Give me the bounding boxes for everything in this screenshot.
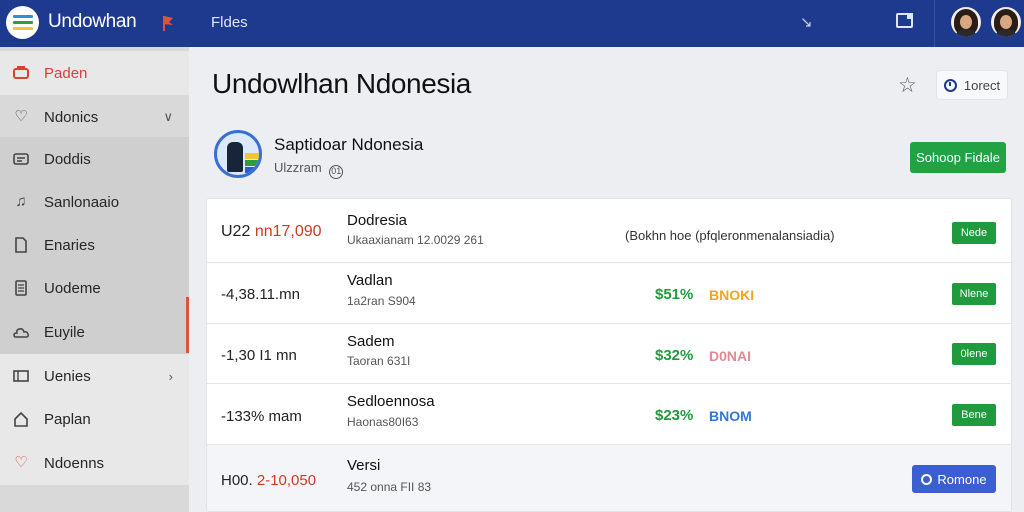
row-title: Versi: [347, 457, 381, 474]
row-percent: $32%: [655, 347, 694, 364]
row-subtitle: Haonas80I63: [347, 415, 419, 429]
profile-subtitle: Ulzzram 01: [274, 160, 344, 179]
sidebar-item-euyile[interactable]: Euyile: [0, 310, 189, 354]
table-row[interactable]: -4,38.11.mn Vadlan 1a2ran S904 $51% BNOK…: [207, 263, 1011, 324]
sidebar-item-label: Uodeme: [44, 279, 101, 297]
sidebar-item-label: Ndonics: [44, 108, 99, 126]
data-table: U22 nn17,090 Dodresia Ukaaxianam 12.0029…: [206, 198, 1012, 512]
sidebar-item-label: Ndoenns: [44, 454, 105, 472]
heart-outline-icon: ♡: [14, 108, 28, 125]
sidebar-item-doddis[interactable]: Doddis: [0, 137, 189, 181]
row-amount-prefix: U22: [221, 223, 251, 240]
tab-files[interactable]: Fldes: [211, 14, 248, 31]
chevron-down-icon[interactable]: ∨: [163, 109, 173, 125]
row-amount-value: 2-10,050: [256, 472, 317, 489]
row-amount: -1,30 I1 mn: [221, 347, 297, 364]
row-percent: $51%: [655, 286, 694, 303]
music-note-icon: ♫: [15, 193, 27, 210]
row-tag: BNOM: [709, 408, 752, 424]
row-amount: -133% mam: [221, 408, 302, 425]
row-subtitle: Taoran 631I: [347, 354, 411, 368]
row-amount-value: nn17,090: [254, 223, 322, 240]
info-button[interactable]: 1orect: [936, 70, 1008, 100]
sidebar-item-label: Enaries: [44, 236, 95, 254]
remove-button[interactable]: Romone: [912, 465, 996, 493]
avatar[interactable]: [991, 7, 1021, 37]
list-document-icon: [12, 279, 30, 297]
table-icon: [12, 367, 30, 385]
sidebar-item-ndonics[interactable]: ♡ Ndonics ∨: [0, 95, 189, 139]
scroll-marker[interactable]: [186, 297, 189, 353]
row-action-button[interactable]: Nede: [952, 222, 996, 244]
sidebar-item-label: Sanlonaaio: [44, 193, 120, 211]
home-icon: [12, 410, 30, 428]
row-title: Vadlan: [347, 272, 393, 289]
row-action-button[interactable]: 0lene: [952, 343, 996, 365]
row-amount: H00. 2-10,050: [221, 472, 316, 489]
sidebar-item-paden[interactable]: Paden: [0, 51, 189, 95]
top-bar: Undowhan Fldes ↘: [0, 0, 1024, 47]
sidebar-item-uenies[interactable]: Uenies ›: [0, 354, 189, 398]
row-note: (Bokhn hoe (pfqleronmenalansiadia): [625, 228, 835, 243]
remove-button-label: Romone: [937, 471, 987, 487]
sidebar-item-uodeme[interactable]: Uodeme: [0, 266, 189, 310]
row-amount-prefix: H00.: [221, 472, 253, 489]
cloud-icon: [12, 323, 30, 341]
row-subtitle: 452 onna FII 83: [347, 480, 432, 494]
row-title: Sedloennosa: [347, 393, 435, 410]
sidebar-item-label: Paplan: [44, 410, 91, 428]
sidebar-item-ndoenns[interactable]: ♡ Ndoenns: [0, 441, 189, 485]
circle-icon: [921, 473, 933, 485]
sidebar: Paden ♡ Ndonics ∨ Doddis ♫ Sanlonaaio En…: [0, 47, 189, 512]
row-subtitle: Ukaaxianam 12.0029 261: [347, 233, 484, 247]
avatar[interactable]: [951, 7, 981, 37]
star-icon[interactable]: ☆: [898, 73, 917, 98]
table-row[interactable]: -1,30 I1 mn Sadem Taoran 631I $32% D0NAI…: [207, 324, 1011, 384]
row-title: Dodresia: [347, 212, 408, 229]
row-tag: D0NAI: [709, 348, 752, 364]
clock-icon: [943, 78, 957, 92]
sidebar-item-enaries[interactable]: Enaries: [0, 223, 189, 267]
divider: [934, 0, 935, 47]
heart-icon: ♡: [14, 454, 28, 471]
window-icon[interactable]: [896, 13, 913, 28]
sidebar-item-label: Doddis: [44, 150, 91, 168]
row-subtitle: 1a2ran S904: [347, 294, 416, 308]
profile-avatar[interactable]: [214, 130, 262, 178]
sidebar-item-paplan[interactable]: Paplan: [0, 397, 189, 441]
row-tag: BNOKI: [709, 287, 755, 303]
row-percent: $23%: [655, 407, 694, 424]
app-logo-icon[interactable]: [6, 6, 39, 39]
document-icon: [12, 236, 30, 254]
info-button-label: 1orect: [963, 77, 1001, 93]
chevron-right-icon[interactable]: ›: [169, 369, 173, 384]
row-action-button[interactable]: Bene: [952, 404, 996, 426]
row-title: Sadem: [347, 333, 395, 350]
sidebar-item-label: Paden: [44, 64, 88, 82]
row-action-button[interactable]: Nlene: [952, 283, 996, 305]
warning-icon: [12, 64, 30, 82]
table-row[interactable]: -133% mam Sedloennosa Haonas80I63 $23% B…: [207, 384, 1011, 445]
sidebar-item-label: Euyile: [44, 323, 85, 341]
message-icon: [12, 150, 30, 168]
sidebar-item-label: Uenies: [44, 367, 91, 385]
profile-subtitle-text: Ulzzram: [274, 160, 322, 175]
sidebar-item-sanlonaaio[interactable]: ♫ Sanlonaaio: [0, 180, 189, 224]
row-amount: -4,38.11.mn: [221, 286, 300, 303]
profile-badge: 01: [329, 165, 344, 179]
flag-icon[interactable]: [160, 14, 176, 32]
profile-name: Saptidoar Ndonesia: [274, 135, 424, 154]
table-row[interactable]: H00. 2-10,050 Versi 452 onna FII 83 Romo…: [207, 445, 1011, 511]
row-amount: U22 nn17,090: [221, 223, 322, 241]
primary-button[interactable]: Sohoop Fidale: [910, 142, 1006, 173]
table-row[interactable]: U22 nn17,090 Dodresia Ukaaxianam 12.0029…: [207, 199, 1011, 263]
app-title: Undowhan: [48, 11, 137, 32]
link-icon[interactable]: ↘: [800, 13, 813, 31]
page-title: Undowlhan Ndonesia: [212, 68, 471, 99]
